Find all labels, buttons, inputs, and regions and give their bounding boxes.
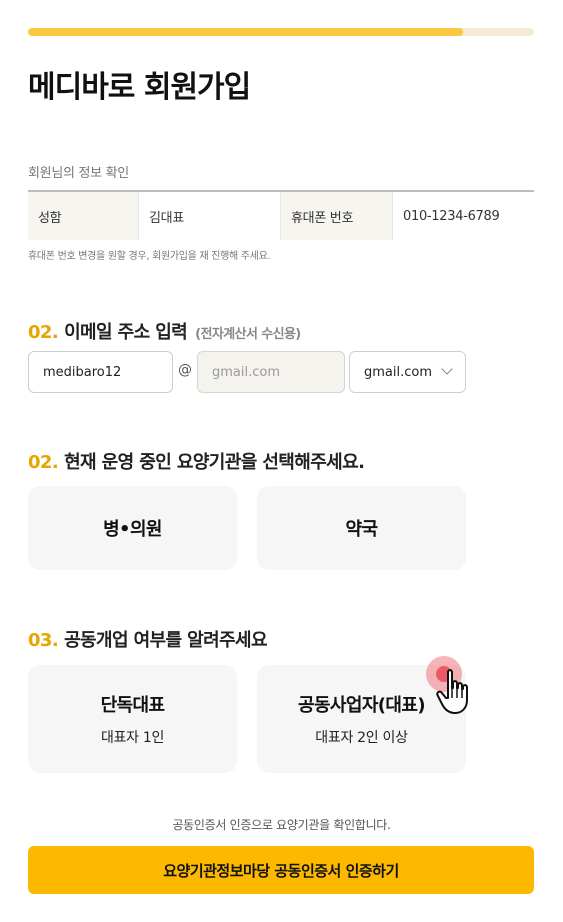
ownership-section-number: 03. (28, 630, 59, 651)
facility-option-clinic[interactable]: 병•의원 (28, 486, 237, 570)
email-local-input[interactable]: medibaro12 (28, 351, 173, 393)
email-local-value: medibaro12 (43, 364, 122, 380)
email-section-number: 02. (28, 322, 59, 343)
facility-option-pharmacy[interactable]: 약국 (257, 486, 466, 570)
ownership-option-single[interactable]: 단독대표 대표자 1인 (28, 665, 237, 773)
ownership-section-heading: 03. 공동개업 여부를 알려주세요 (28, 626, 268, 652)
ownership-option-sub: 대표자 1인 (100, 730, 165, 746)
facility-section-title: 현재 운영 중인 요양기관을 선택해주세요. (64, 452, 365, 473)
email-domain-placeholder: gmail.com (212, 364, 281, 380)
chevron-down-icon (441, 363, 453, 375)
email-section-heading: 02. 이메일 주소 입력 (전자계산서 수신용) (28, 318, 301, 344)
hand-pointer-icon (436, 669, 468, 714)
name-value: 김대표 (138, 192, 280, 240)
facility-option-label: 병•의원 (103, 519, 162, 540)
email-domain-select-value: gmail.com (364, 364, 433, 380)
email-domain-input[interactable]: gmail.com (197, 351, 345, 393)
email-section-subtitle: (전자계산서 수신용) (195, 327, 301, 342)
page-title: 메디바로 회원가입 (28, 70, 251, 105)
email-section-title: 이메일 주소 입력 (64, 322, 188, 343)
ownership-option-label: 단독대표 (100, 695, 165, 716)
at-sign: @ (178, 362, 192, 378)
facility-section-number: 02. (28, 452, 59, 473)
facility-section-heading: 02. 현재 운영 중인 요양기관을 선택해주세요. (28, 448, 365, 474)
signup-progress-fill (28, 28, 464, 36)
signup-progress-bar (28, 28, 534, 36)
ownership-option-label: 공동사업자(대표) (298, 695, 426, 716)
ownership-section-title: 공동개업 여부를 알려주세요 (64, 630, 267, 651)
email-domain-select[interactable]: gmail.com (349, 351, 466, 393)
certificate-note: 공동인증서 인증으로 요양기관을 확인합니다. (172, 818, 391, 832)
phone-label: 휴대폰 번호 (280, 192, 392, 240)
phone-value: 010-1234-6789 (392, 192, 534, 240)
member-info-table: 성함 김대표 휴대폰 번호 010-1234-6789 (28, 190, 534, 240)
ownership-option-sub: 대표자 2인 이상 (315, 730, 408, 746)
phone-change-note: 휴대폰 번호 변경을 원할 경우, 회원가입을 재 진행해 주세요. (28, 251, 271, 262)
facility-option-label: 약국 (345, 519, 379, 540)
member-info-label: 회원님의 정보 확인 (28, 166, 129, 181)
name-label: 성함 (28, 192, 138, 240)
certificate-auth-button[interactable]: 요양기관정보마당 공동인증서 인증하기 (28, 846, 534, 894)
